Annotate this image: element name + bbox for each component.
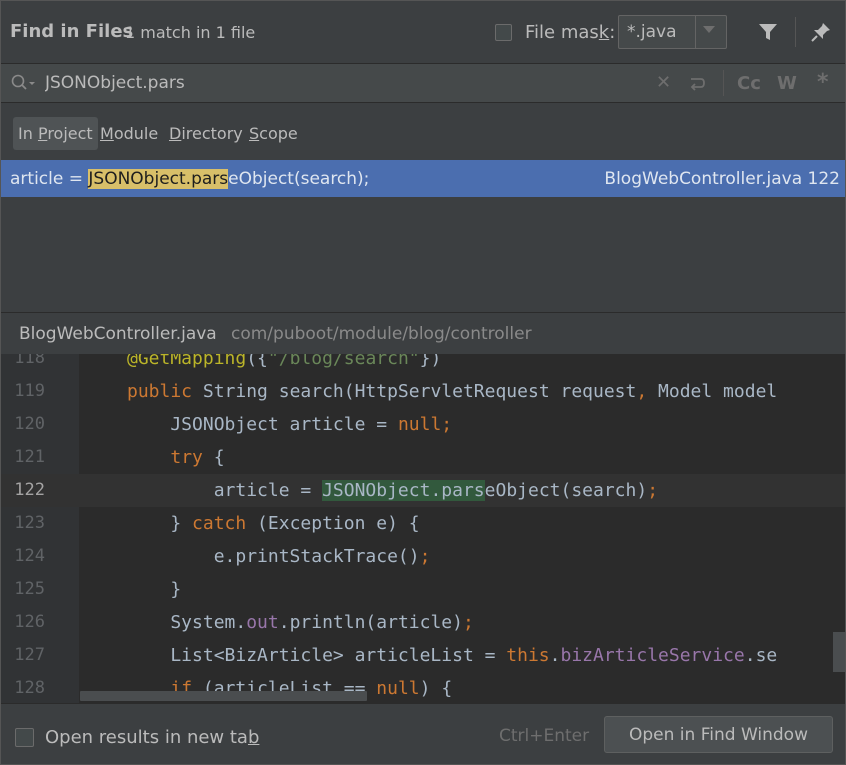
match-count: 1 match in 1 file <box>125 23 256 42</box>
match-case-toggle[interactable]: Cc <box>737 73 761 94</box>
header-divider <box>795 17 796 47</box>
line-number: 118 <box>14 354 45 368</box>
line-number: 125 <box>14 579 45 599</box>
tab-scope[interactable]: Scope <box>249 117 298 150</box>
open-in-find-window-button[interactable]: Open in Find Window <box>604 716 833 753</box>
results-list: article = JSONObject.parseObject(search)… <box>1 159 845 311</box>
chevron-down-icon[interactable] <box>703 26 715 33</box>
line-number: 119 <box>14 381 45 401</box>
line-number: 124 <box>14 546 45 566</box>
find-in-files-dialog: Find in Files 1 match in 1 file File mas… <box>0 0 846 765</box>
tab-directory[interactable]: Directory <box>169 117 243 150</box>
code-text: public String search(HttpServletRequest … <box>127 381 778 402</box>
code-line: 127 List<BizArticle> articleList = this.… <box>1 639 845 672</box>
code-text: System.out.println(article); <box>127 612 474 633</box>
file-mask-combo[interactable]: *.java <box>618 15 727 49</box>
open-in-new-tab-checkbox[interactable] <box>15 728 34 747</box>
preview-file-name: BlogWebController.java <box>19 324 217 344</box>
code-line: 124 e.printStackTrace(); <box>1 540 845 573</box>
file-mask-label[interactable]: File mask: <box>525 22 615 43</box>
funnel-icon[interactable] <box>758 22 778 42</box>
pin-icon[interactable] <box>810 21 832 43</box>
scope-tabs: In Project Module Directory Scope <box>1 103 845 159</box>
horizontal-scrollbar[interactable] <box>80 691 367 701</box>
result-row[interactable]: article = JSONObject.parseObject(search)… <box>1 160 845 197</box>
line-number: 128 <box>14 678 45 698</box>
code-line-current: 122 article = JSONObject.parseObject(sea… <box>1 474 845 507</box>
code-text: e.printStackTrace(); <box>127 546 431 567</box>
code-text: article = JSONObject.parseObject(search)… <box>127 480 659 501</box>
file-mask-value: *.java <box>627 22 677 42</box>
file-mask-checkbox[interactable] <box>495 24 512 41</box>
code-text: } catch (Exception e) { <box>127 513 420 534</box>
result-suffix: eObject(search); <box>228 169 370 189</box>
vertical-scrollbar[interactable] <box>833 632 845 672</box>
preview-file-path: com/puboot/module/blog/controller <box>231 324 532 344</box>
code-line: 121 try { <box>1 441 845 474</box>
search-icon[interactable] <box>11 74 37 92</box>
close-icon[interactable]: ✕ <box>656 74 671 92</box>
dialog-title: Find in Files <box>10 21 134 42</box>
line-number: 120 <box>14 414 45 434</box>
result-file-location: BlogWebController.java 122 <box>604 169 840 189</box>
code-line: 126 System.out.println(article); <box>1 606 845 639</box>
line-number: 123 <box>14 513 45 533</box>
file-mask-divider <box>695 16 696 48</box>
code-text: JSONObject article = null; <box>127 414 453 435</box>
tab-in-project[interactable]: In Project <box>13 117 98 150</box>
code-line: 120 JSONObject article = null; <box>1 408 845 441</box>
search-input[interactable] <box>45 72 645 94</box>
code-preview[interactable]: 118 @GetMapping({"/blog/search"}) 119 pu… <box>1 354 845 703</box>
newline-icon[interactable] <box>687 73 707 93</box>
tab-module[interactable]: Module <box>100 117 158 150</box>
regex-toggle[interactable]: * <box>817 70 829 95</box>
code-text: try { <box>170 447 225 468</box>
dialog-header: Find in Files 1 match in 1 file File mas… <box>1 1 845 64</box>
words-toggle[interactable]: W <box>777 73 797 94</box>
result-prefix: article = <box>10 169 89 189</box>
line-number: 127 <box>14 645 45 665</box>
line-number: 126 <box>14 612 45 632</box>
line-number: 121 <box>14 447 45 467</box>
dialog-footer: Open results in new tab Ctrl+Enter Open … <box>1 703 845 764</box>
code-text: } <box>127 579 182 600</box>
code-line: 123 } catch (Exception e) { <box>1 507 845 540</box>
code-text: List<BizArticle> articleList = this.bizA… <box>127 645 778 666</box>
preview-header: BlogWebController.java com/puboot/module… <box>1 312 845 355</box>
code-text: @GetMapping({"/blog/search"}) <box>127 354 442 369</box>
line-number: 122 <box>1 480 45 500</box>
result-highlight: JSONObject.pars <box>88 169 229 189</box>
code-line: 125 } <box>1 573 845 606</box>
shortcut-hint: Ctrl+Enter <box>499 726 590 746</box>
search-options-divider <box>723 70 724 96</box>
code-line: 118 @GetMapping({"/blog/search"}) <box>1 354 845 375</box>
result-text: article = JSONObject.parseObject(search)… <box>10 169 369 189</box>
open-in-new-tab-label[interactable]: Open results in new tab <box>45 727 259 748</box>
search-row: ✕ Cc W * <box>1 64 845 103</box>
code-line: 119 public String search(HttpServletRequ… <box>1 375 845 408</box>
code-match-highlight: JSONObject.pars <box>322 480 485 501</box>
